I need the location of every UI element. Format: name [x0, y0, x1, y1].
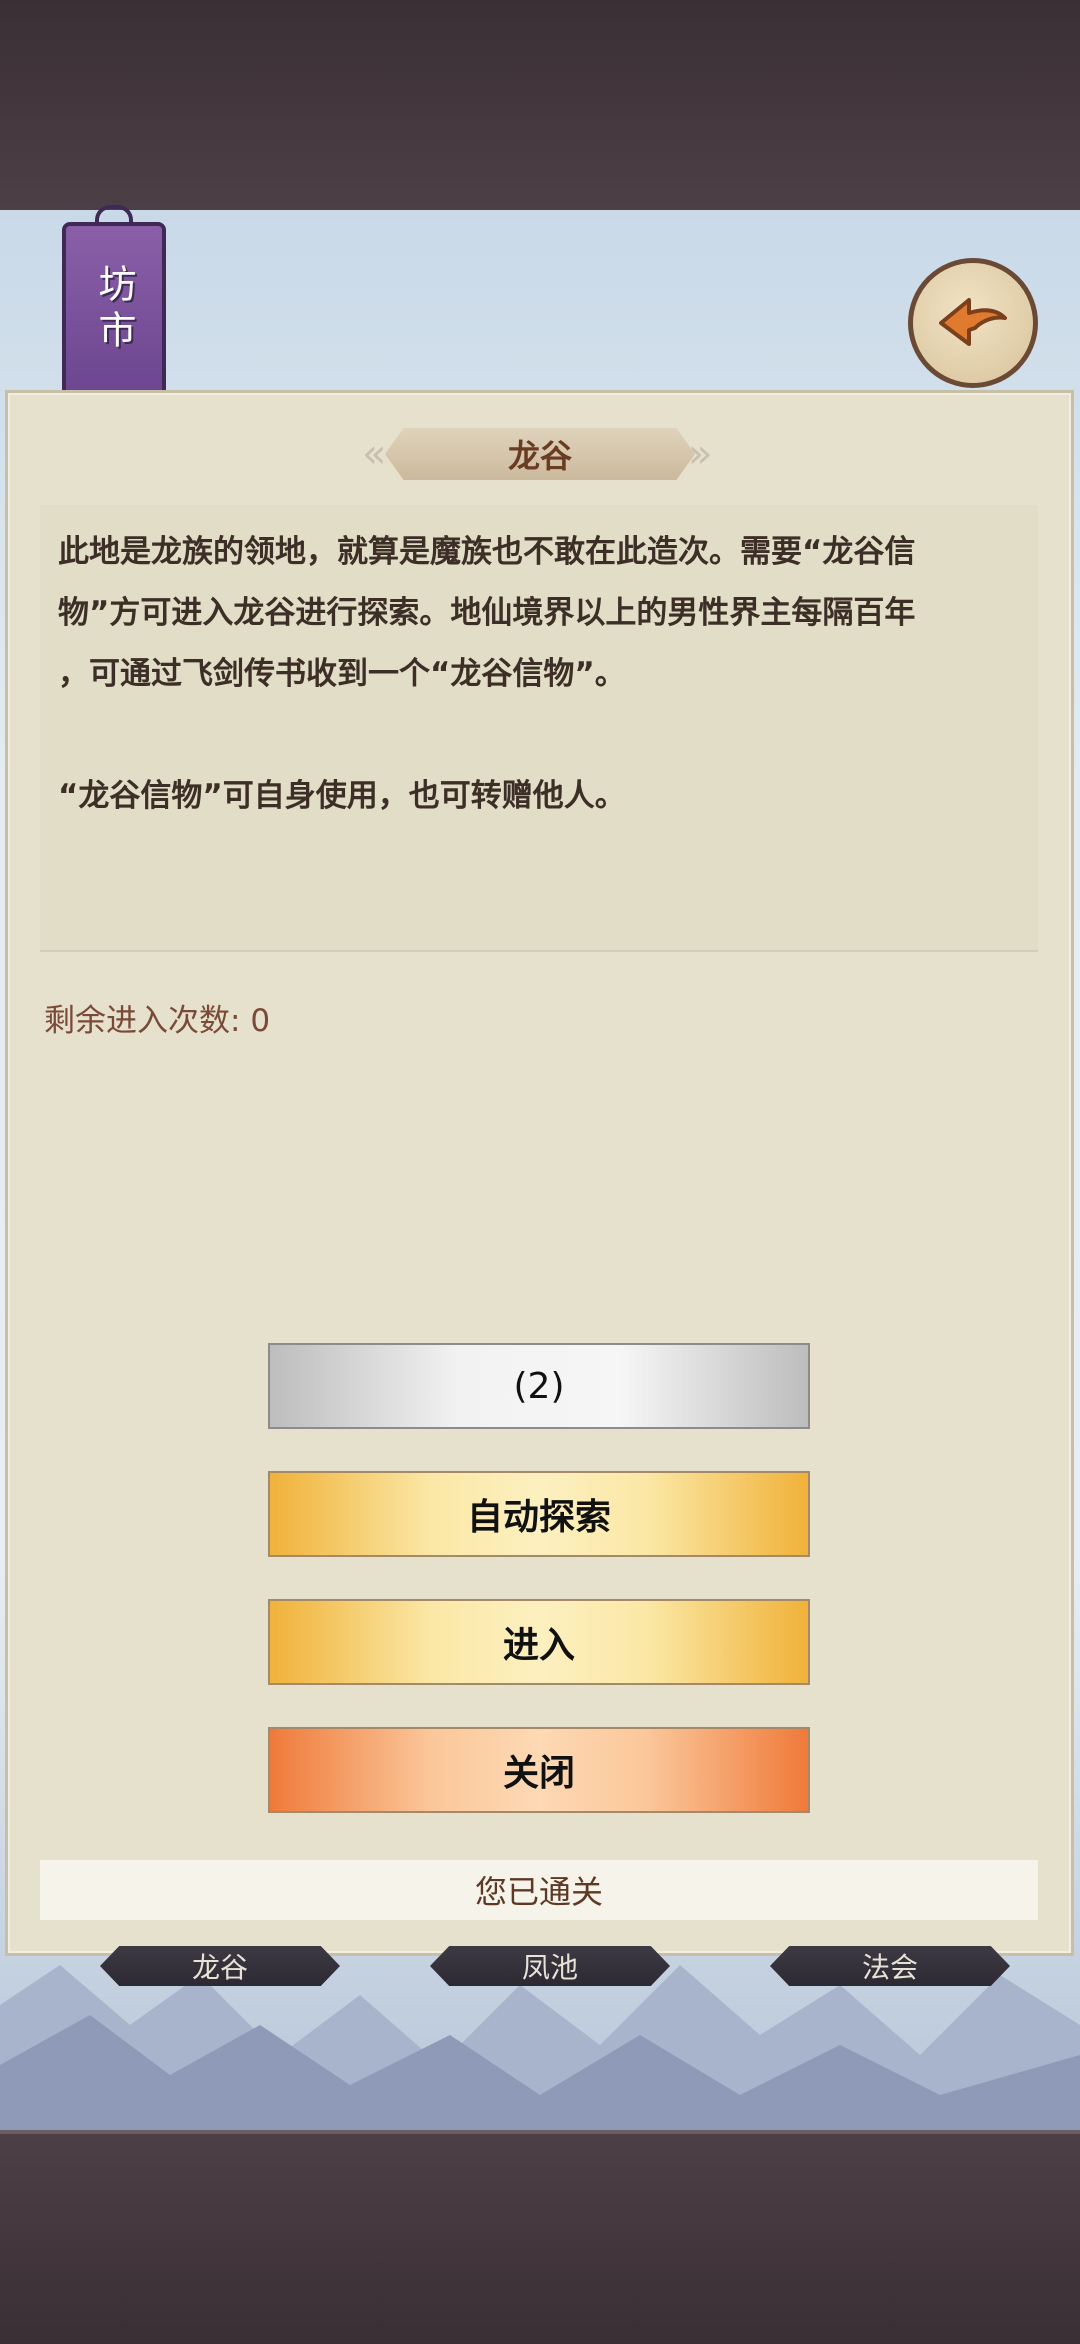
auto-explore-label: 自动探索	[466, 1497, 611, 1538]
tab-dharma-assembly-label: 法会	[861, 1951, 918, 1984]
market-sign-label: 坊市	[92, 264, 136, 356]
tab-phoenix-pool[interactable]: 凤池	[430, 1946, 670, 1986]
top-bar	[0, 0, 1080, 214]
enter-button[interactable]: 进入	[268, 1599, 810, 1685]
title-right-ornament: »	[688, 431, 713, 477]
description-text: 此地是龙族的领地，就算是魔族也不敢在此造次。需要“龙谷信 物”方可进入龙谷进行探…	[58, 534, 916, 814]
tab-dragon-valley[interactable]: 龙谷	[100, 1946, 340, 1986]
count-button[interactable]: (2)	[268, 1343, 810, 1429]
remaining-entries-label: 剩余进入次数:	[44, 1003, 241, 1039]
auto-explore-button[interactable]: 自动探索	[268, 1471, 810, 1557]
status-cleared: 您已通关	[40, 1860, 1038, 1920]
tab-dragon-valley-label: 龙谷	[191, 1951, 248, 1984]
close-button-label: 关闭	[502, 1753, 575, 1794]
tab-dharma-assembly[interactable]: 法会	[770, 1946, 1010, 1986]
count-button-label: (2)	[513, 1365, 565, 1407]
bottom-bar	[0, 2130, 1080, 2344]
status-cleared-text: 您已通关	[474, 1873, 603, 1911]
remaining-entries-value: 0	[250, 1003, 271, 1039]
close-button[interactable]: 关闭	[268, 1727, 810, 1813]
dialog-title: 龙谷	[385, 428, 695, 480]
remaining-entries: 剩余进入次数: 0	[44, 995, 270, 1040]
enter-button-label: 进入	[502, 1625, 575, 1666]
dialog-title-text: 龙谷	[507, 437, 572, 475]
market-sign[interactable]: 坊市	[62, 222, 166, 398]
tab-phoenix-pool-label: 凤池	[521, 1951, 578, 1984]
back-button[interactable]	[908, 258, 1038, 388]
back-arrow-icon	[939, 298, 1007, 346]
